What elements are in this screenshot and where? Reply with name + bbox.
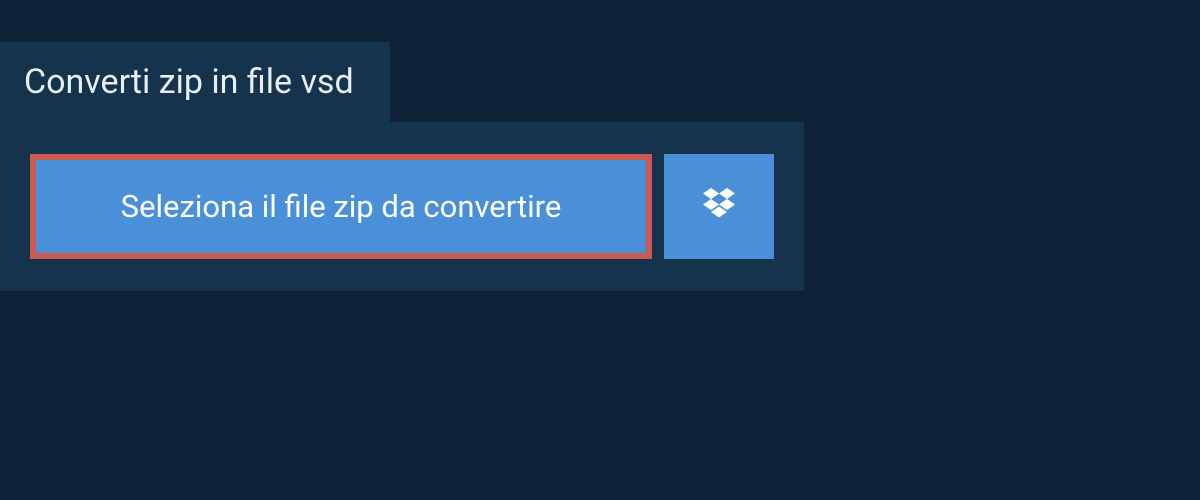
select-file-button[interactable]: Seleziona il file zip da convertire: [30, 154, 652, 259]
tab-convert-zip-vsd[interactable]: Converti zip in file vsd: [0, 42, 390, 122]
tab-bar: Converti zip in file vsd: [0, 0, 1200, 122]
convert-panel: Seleziona il file zip da convertire: [0, 122, 804, 291]
dropbox-button[interactable]: [664, 154, 774, 259]
tab-title: Converti zip in file vsd: [24, 62, 354, 102]
select-file-label: Seleziona il file zip da convertire: [121, 188, 562, 225]
dropbox-icon: [699, 185, 739, 229]
button-row: Seleziona il file zip da convertire: [30, 154, 774, 259]
